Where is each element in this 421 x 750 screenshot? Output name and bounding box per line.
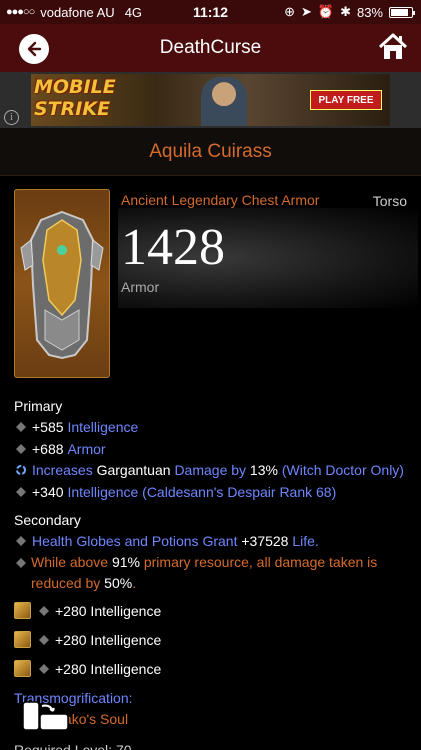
- location-icon: ➤: [300, 4, 312, 19]
- rotation-lock-icon: ⊕: [284, 4, 295, 19]
- ad-info-icon[interactable]: i: [4, 110, 19, 125]
- cycle-bullet-icon: [16, 465, 26, 475]
- battery-percent: 83%: [356, 4, 383, 20]
- ad-image[interactable]: MOBILE STRIKE PLAY FREE: [31, 74, 390, 126]
- item-type: Ancient Legendary Chest Armor: [121, 192, 320, 208]
- armor-value: 1428: [121, 219, 225, 276]
- primary-heading: Primary: [14, 398, 63, 414]
- diamond-bullet-icon: [39, 634, 49, 645]
- bluetooth-icon: ✱: [340, 4, 351, 19]
- item-slot: Torso: [372, 193, 407, 209]
- primary-stat: Increases Gargantuan Damage by 13% (Witc…: [16, 462, 404, 478]
- item-name: Aquila Cuirass: [149, 140, 272, 162]
- secondary-heading: Secondary: [14, 512, 81, 528]
- gem-icon: [14, 631, 31, 648]
- chest-armor-icon: [20, 210, 104, 360]
- gem-icon: [14, 602, 31, 619]
- secondary-stat: Health Globes and Potions Grant +37528 L…: [16, 533, 319, 549]
- diamond-bullet-icon: [39, 605, 49, 616]
- battery-icon: [389, 6, 415, 18]
- diamond-bullet-icon: [16, 536, 26, 546]
- primary-stat: +688 Armor: [16, 441, 106, 457]
- ad-title: MOBILE STRIKE: [34, 76, 116, 120]
- ad-play-button[interactable]: PLAY FREE: [310, 90, 382, 110]
- diamond-bullet-icon: [16, 558, 26, 568]
- status-bar: ●●●○○ vodafone AU 4G 11:12 ⊕ ➤ ⏰ ✱ 83%: [0, 0, 421, 24]
- nav-title: DeathCurse: [159, 37, 262, 58]
- required-level: Required Level: 70: [14, 742, 132, 750]
- rotate-device-icon[interactable]: [20, 700, 72, 736]
- item-title-bar: Aquila Cuirass: [0, 128, 421, 176]
- armor-label: Armor: [121, 279, 160, 295]
- back-arrow-icon: [27, 41, 42, 57]
- home-icon: [378, 33, 408, 59]
- item-image-frame: [14, 189, 110, 378]
- gem-socket: +280 Intelligence: [14, 631, 161, 648]
- primary-stat: +585 Intelligence: [16, 419, 138, 435]
- gem-socket: +280 Intelligence: [14, 660, 161, 677]
- secondary-stat-resource: While above 91% primary resource, all da…: [31, 554, 378, 591]
- diamond-bullet-icon: [16, 422, 26, 432]
- status-right: ⊕ ➤ ⏰ ✱ 83%: [284, 4, 415, 20]
- gem-socket: +280 Intelligence: [14, 602, 161, 619]
- nav-bar: DeathCurse: [0, 24, 421, 72]
- ad-banner[interactable]: MOBILE STRIKE PLAY FREE i: [0, 72, 421, 128]
- diamond-bullet-icon: [16, 487, 26, 497]
- alarm-icon: ⏰: [317, 4, 335, 19]
- primary-stat: +340 Intelligence (Caldesann's Despair R…: [16, 484, 336, 500]
- home-button[interactable]: [378, 32, 408, 62]
- back-button[interactable]: [19, 34, 49, 64]
- diamond-bullet-icon: [16, 444, 26, 454]
- diamond-bullet-icon: [39, 663, 49, 674]
- gem-icon: [14, 660, 31, 677]
- ad-soldier-figure: [201, 77, 247, 126]
